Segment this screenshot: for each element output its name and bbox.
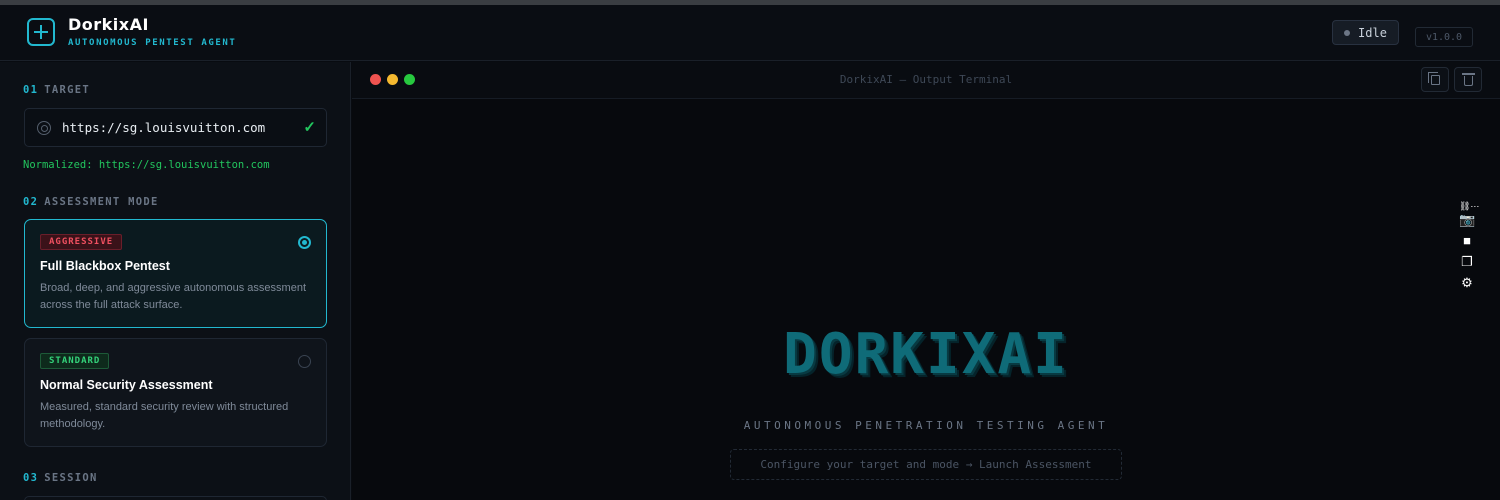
clear-output-button[interactable] [1454, 67, 1482, 92]
mode-name: Full Blackbox Pentest [40, 259, 170, 273]
section-title-target: 01 TARGET [23, 84, 90, 96]
target-url-value: https://sg.louisvuitton.com [62, 120, 266, 135]
brand-subtitle: AUTONOMOUS PENTEST AGENT [68, 38, 237, 48]
section-title-mode: 02 ASSESSMENT MODE [23, 196, 159, 208]
launch-hint: Configure your target and mode → Launch … [730, 449, 1122, 480]
normalized-url: Normalized: https://sg.louisvuitton.com [23, 159, 270, 171]
mode-option-aggressive[interactable]: AGGRESSIVE Full Blackbox Pentest Broad, … [24, 219, 327, 328]
video-icon[interactable]: ■ [1459, 233, 1475, 249]
ascii-logo: DORKIXAI [783, 322, 1069, 387]
status-dot-icon [1344, 29, 1351, 36]
floating-toolbar: ⛓⋯ 📷 ■ ❐ ⚙ [1455, 198, 1479, 294]
version-badge: v1.0.0 [1415, 27, 1473, 47]
copy-icon [1428, 72, 1440, 85]
output-terminal: DorkixAI — Output Terminal DORKIXAI AUTO… [352, 62, 1500, 500]
mode-description: Measured, standard security review with … [40, 401, 289, 430]
terminal-title: DorkixAI — Output Terminal [839, 73, 1013, 86]
radio-unselected[interactable] [298, 355, 311, 368]
brand-name: DorkixAI [68, 15, 149, 34]
camera-icon[interactable]: 📷 [1459, 212, 1475, 228]
terminal-titlebar: DorkixAI — Output Terminal [352, 62, 1500, 99]
mode-badge-standard: STANDARD [40, 353, 110, 369]
target-url-input[interactable]: https://sg.louisvuitton.com ✓ [24, 108, 327, 147]
app-header: DorkixAI AUTONOMOUS PENTEST AGENT Idle v… [0, 5, 1500, 61]
mode-badge-aggressive: AGGRESSIVE [40, 234, 123, 250]
session-panel [24, 496, 327, 500]
crosshair-icon [37, 121, 51, 135]
section-title-session: 03 SESSION [23, 472, 98, 484]
radio-selected[interactable] [298, 236, 311, 249]
status-label: Idle [1358, 25, 1387, 40]
trash-icon [1462, 73, 1475, 86]
mode-name: Normal Security Assessment [40, 378, 213, 392]
plus-square-icon [27, 18, 55, 46]
terminal-tagline: AUTONOMOUS PENETRATION TESTING AGENT [743, 419, 1109, 432]
check-icon: ✓ [303, 119, 316, 136]
mode-description: Broad, deep, and aggressive autonomous a… [40, 282, 306, 311]
copy-output-button[interactable] [1421, 67, 1449, 92]
window-icon[interactable]: ❐ [1459, 254, 1475, 270]
mode-option-standard[interactable]: STANDARD Normal Security Assessment Meas… [24, 338, 327, 447]
gear-icon[interactable]: ⚙ [1459, 275, 1475, 291]
status-badge: Idle [1332, 20, 1399, 45]
sidebar: 01 TARGET https://sg.louisvuitton.com ✓ N… [0, 62, 351, 500]
